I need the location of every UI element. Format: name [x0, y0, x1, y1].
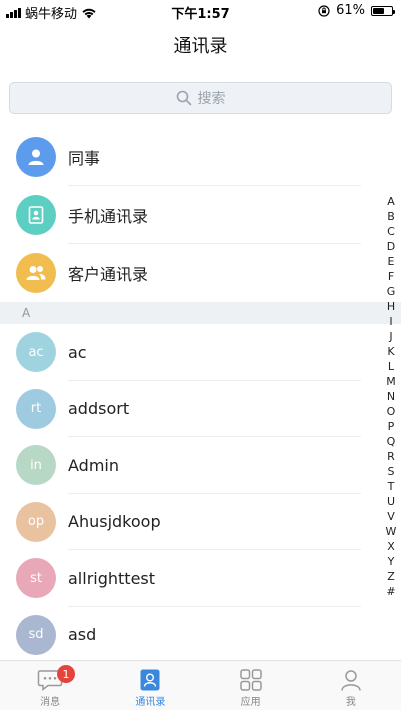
index-letter[interactable]: V: [387, 509, 395, 524]
index-letter[interactable]: M: [386, 374, 396, 389]
index-letter[interactable]: N: [387, 389, 395, 404]
tab-label: 应用: [240, 697, 261, 708]
index-letter[interactable]: U: [387, 494, 395, 509]
list-item[interactable]: in Admin: [0, 437, 401, 494]
index-letter[interactable]: C: [387, 224, 395, 239]
index-letter[interactable]: S: [388, 464, 395, 479]
list-item[interactable]: sd asd: [0, 607, 401, 664]
tab-label: 消息: [40, 697, 61, 708]
shortcut-label: 客户通讯录: [68, 265, 149, 284]
tab-label: 我: [345, 697, 356, 708]
contact-name: Ahusjdkoop: [68, 512, 161, 532]
shortcut-phone-contacts[interactable]: 手机通讯录: [0, 186, 401, 244]
index-letter[interactable]: R: [387, 449, 395, 464]
search-input[interactable]: 搜索: [9, 82, 392, 114]
tab-me[interactable]: 我: [301, 661, 401, 710]
avatar: sd: [16, 614, 56, 655]
index-letter[interactable]: I: [389, 314, 392, 329]
contacts-icon: [140, 669, 160, 691]
status-bar: 蜗牛移动 下午1:57 61%: [0, 0, 401, 22]
index-letter[interactable]: L: [388, 359, 394, 374]
index-letter[interactable]: Y: [388, 554, 395, 569]
index-letter[interactable]: J: [389, 329, 392, 344]
tab-apps[interactable]: 应用: [201, 661, 301, 710]
unread-badge: 1: [57, 665, 75, 683]
page-title: 通讯录: [173, 36, 228, 57]
shortcut-colleagues[interactable]: 同事: [0, 128, 401, 186]
list-item[interactable]: rt addsort: [0, 381, 401, 437]
index-letter[interactable]: P: [388, 419, 395, 434]
index-letter[interactable]: #: [386, 584, 395, 599]
battery-percent: 61%: [336, 3, 365, 18]
index-letter[interactable]: X: [387, 539, 395, 554]
list-item[interactable]: op Ahusjdkoop: [0, 494, 401, 550]
contact-name: allrighttest: [68, 568, 156, 588]
search-placeholder: 搜索: [197, 91, 226, 107]
search-icon: [176, 90, 191, 106]
shortcut-customer-contacts[interactable]: 客户通讯录: [0, 244, 401, 302]
alphabet-index[interactable]: A B C D E F G H I J K L M N O P Q R S T U V W X Y Z #: [384, 194, 398, 599]
section-header: A: [0, 302, 401, 324]
shortcut-label: 手机通讯录: [68, 207, 149, 226]
list-item[interactable]: ac ac: [0, 324, 401, 381]
status-right: 61%: [318, 3, 395, 18]
index-letter[interactable]: K: [387, 344, 394, 359]
apps-grid-icon: [239, 669, 262, 691]
index-letter[interactable]: B: [387, 209, 395, 224]
index-letter[interactable]: T: [388, 479, 395, 494]
shortcut-label: 同事: [68, 149, 101, 168]
index-letter[interactable]: E: [388, 254, 395, 269]
index-letter[interactable]: Q: [387, 434, 396, 449]
person-icon: [16, 137, 56, 177]
avatar: st: [16, 558, 56, 599]
list-item[interactable]: st allrighttest: [0, 550, 401, 607]
avatar: ac: [16, 332, 56, 373]
index-letter[interactable]: A: [387, 194, 395, 209]
index-letter[interactable]: Z: [387, 569, 395, 584]
tab-bar: 1 消息 通讯录 应用 我: [0, 660, 401, 710]
battery-icon: [371, 5, 395, 16]
orientation-lock-icon: [318, 4, 330, 17]
avatar: op: [16, 501, 56, 542]
contact-name: asd: [68, 625, 97, 645]
index-letter[interactable]: F: [388, 269, 394, 284]
phonebook-icon: [16, 195, 56, 235]
profile-icon: [341, 670, 361, 691]
contact-name: ac: [68, 342, 87, 362]
contact-name: Admin: [68, 455, 119, 475]
index-letter[interactable]: H: [387, 299, 395, 314]
avatar: in: [16, 445, 56, 486]
index-letter[interactable]: O: [387, 404, 396, 419]
contact-list: 同事 手机通讯录 客户通讯录 A ac ac rt addsort in Adm…: [0, 128, 401, 663]
contact-name: addsort: [68, 399, 130, 419]
tab-messages[interactable]: 1 消息: [0, 661, 100, 710]
index-letter[interactable]: G: [387, 284, 396, 299]
tab-label: 通讯录: [135, 697, 166, 708]
index-letter[interactable]: D: [387, 239, 395, 254]
group-icon: [16, 253, 56, 293]
avatar: rt: [16, 388, 56, 429]
tab-contacts[interactable]: 通讯录: [100, 661, 200, 710]
index-letter[interactable]: W: [386, 524, 397, 539]
